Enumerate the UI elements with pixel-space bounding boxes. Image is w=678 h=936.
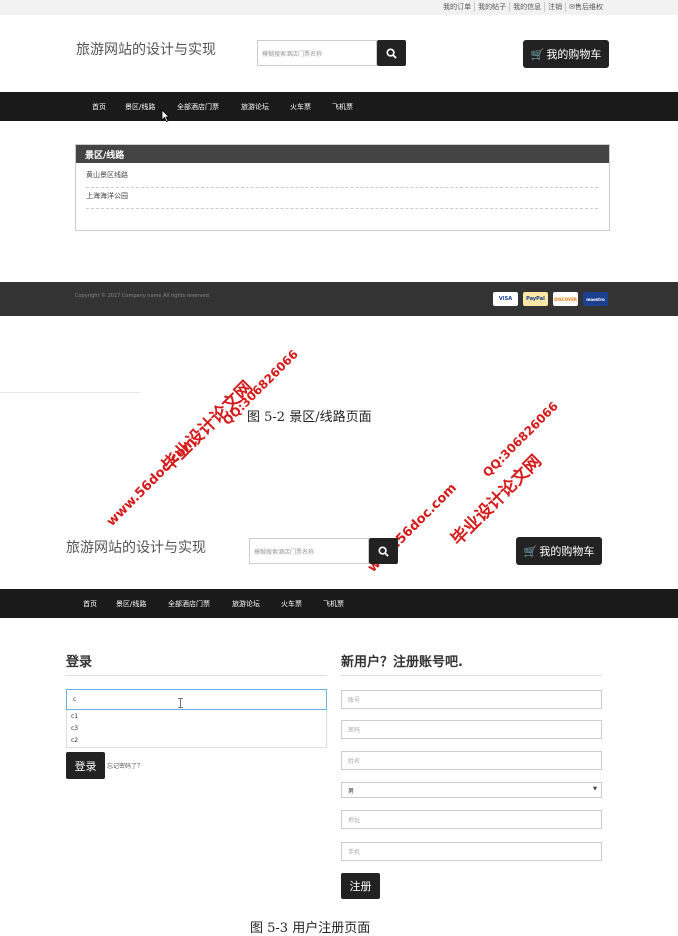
register-name-field[interactable]: 姓名 xyxy=(341,751,602,770)
login-title: 登录 xyxy=(66,655,93,670)
nav-home[interactable]: 首页 xyxy=(92,102,106,112)
cart-label: 我的购物车 xyxy=(546,48,602,61)
my-orders-link[interactable]: 我的订单 xyxy=(440,2,474,12)
nav-home-2[interactable]: 首页 xyxy=(83,599,97,609)
forgot-password-link[interactable]: 忘记密码了？ xyxy=(107,761,143,770)
register-title: 新用户？注册账号吧. xyxy=(341,655,463,670)
caption-figure-5-2: 图 5-2 景区/线路页面 xyxy=(247,410,372,425)
register-address-field[interactable]: 地址 xyxy=(341,810,602,829)
divider-line xyxy=(0,392,140,393)
nav-hotel-tickets-2[interactable]: 全部酒店门票 xyxy=(168,599,210,609)
panel-row-ocean-park[interactable]: 上海海洋公园 xyxy=(86,191,598,209)
nav-scenic-2[interactable]: 景区/线路 xyxy=(116,599,146,609)
after-sales-link[interactable]: ✉售后维权 xyxy=(565,2,606,12)
search-button[interactable] xyxy=(377,40,406,66)
site-title-2: 旅游网站的设计与实现 xyxy=(66,540,206,556)
nav-scenic[interactable]: 景区/线路 xyxy=(125,102,155,112)
login-divider xyxy=(66,675,327,676)
top-links: 我的订单 我的帖子 我的信息 注销 ✉售后维权 xyxy=(440,2,606,12)
discover-icon: DISCOVER xyxy=(553,292,578,306)
register-button[interactable]: 注册 xyxy=(341,873,380,899)
logout-link[interactable]: 注销 xyxy=(544,2,565,12)
nav-forum[interactable]: 旅游论坛 xyxy=(241,102,269,112)
cart-button[interactable]: 🛒 我的购物车 xyxy=(523,40,609,68)
register-account-field[interactable]: 账号 xyxy=(341,690,602,709)
search-button-2[interactable] xyxy=(369,538,398,564)
nav-flight-2[interactable]: 飞机票 xyxy=(323,599,344,609)
my-posts-link[interactable]: 我的帖子 xyxy=(474,2,509,12)
autocomplete-list: c1 c3 c2 xyxy=(66,710,327,748)
visa-icon: VISA xyxy=(493,292,518,306)
footer: Copyright © 2017.Company name All rights… xyxy=(0,282,678,316)
main-nav-2: 首页 景区/线路 全部酒店门票 旅游论坛 火车票 飞机票 xyxy=(0,589,678,618)
text-cursor-icon xyxy=(178,698,183,708)
cart-button-2[interactable]: 🛒 我的购物车 xyxy=(516,537,602,565)
chevron-down-icon: ▼ xyxy=(593,786,597,792)
nav-hotel-tickets[interactable]: 全部酒店门票 xyxy=(177,102,219,112)
site-title: 旅游网站的设计与实现 xyxy=(76,42,216,58)
nav-train[interactable]: 火车票 xyxy=(290,102,311,112)
search-icon xyxy=(386,47,397,59)
maestro-icon: maestro xyxy=(583,292,608,306)
copyright-text: Copyright © 2017.Company name All rights… xyxy=(75,293,211,299)
nav-forum-2[interactable]: 旅游论坛 xyxy=(232,599,260,609)
panel-title: 景区/线路 xyxy=(76,145,609,163)
nav-flight[interactable]: 飞机票 xyxy=(332,102,353,112)
cart-icon: 🛒 xyxy=(523,544,538,558)
login-button[interactable]: 登录 xyxy=(66,752,105,779)
register-password-field[interactable]: 密码 xyxy=(341,720,602,739)
register-phone-field[interactable]: 手机 xyxy=(341,842,602,861)
autocomplete-item-c2[interactable]: c2 xyxy=(71,737,78,744)
register-gender-select[interactable]: 男 ▼ xyxy=(341,782,602,798)
caption-figure-5-3: 图 5-3 用户注册页面 xyxy=(250,921,371,936)
nav-train-2[interactable]: 火车票 xyxy=(281,599,302,609)
gender-value: 男 xyxy=(348,787,355,795)
login-account-input[interactable]: c xyxy=(66,689,327,710)
autocomplete-item-c3[interactable]: c3 xyxy=(71,725,78,732)
mouse-cursor-icon xyxy=(161,109,170,122)
watermark-url: www.56doc.com xyxy=(104,434,199,530)
panel-row-huangshan[interactable]: 黄山景区线路 xyxy=(86,170,598,188)
search-input-2[interactable]: 模糊搜索酒店门票名称 xyxy=(249,538,369,564)
cart-icon: 🛒 xyxy=(530,47,545,61)
autocomplete-item-c1[interactable]: c1 xyxy=(71,713,78,720)
my-info-link[interactable]: 我的信息 xyxy=(509,2,544,12)
main-nav: 首页 景区/线路 全部酒店门票 旅游论坛 火车票 飞机票 xyxy=(0,92,678,122)
search-input[interactable]: 模糊搜索酒店门票名称 xyxy=(257,40,377,66)
scenic-panel: 景区/线路 黄山景区线路 上海海洋公园 xyxy=(75,144,610,231)
paypal-icon: PayPal xyxy=(523,292,548,306)
search-icon xyxy=(378,545,389,557)
cart-label-2: 我的购物车 xyxy=(539,545,595,558)
register-divider xyxy=(341,675,602,676)
